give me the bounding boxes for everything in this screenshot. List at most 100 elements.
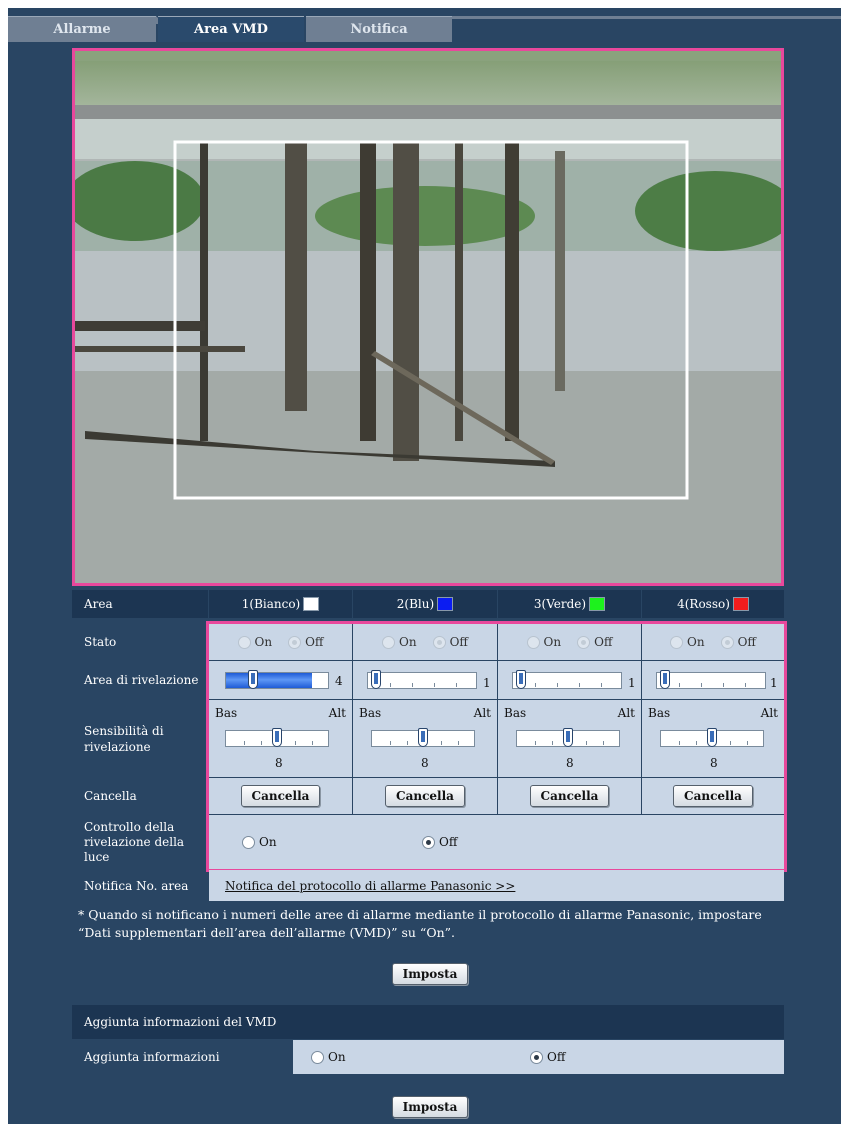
area-name: 4(Rosso) xyxy=(677,597,730,611)
stato-cell-2: On Off xyxy=(353,624,497,660)
sensitivity-slider[interactable] xyxy=(225,728,329,747)
area-name: 1(Bianco) xyxy=(241,597,301,611)
radio-label: On xyxy=(543,635,562,649)
stato-off-radio[interactable] xyxy=(577,635,591,649)
row-label-controllo-luce: Controllo della rivelazione della luce xyxy=(72,815,208,869)
sens-high-label: Alt xyxy=(328,706,346,720)
imposta-wrap-2: Imposta xyxy=(390,1094,470,1120)
slider-thumb[interactable] xyxy=(563,728,573,747)
vmd-info-section-header: Aggiunta informazioni del VMD xyxy=(72,1005,784,1039)
cancella-button[interactable]: Cancella xyxy=(529,785,610,807)
radio-label: Off xyxy=(547,1050,566,1064)
area-slider[interactable] xyxy=(225,670,329,689)
slider-thumb[interactable] xyxy=(371,670,381,689)
area-slider-cell-1: 4 xyxy=(209,661,352,699)
sensitivity-slider[interactable] xyxy=(371,728,475,747)
area-value: 4 xyxy=(335,674,343,688)
aggiunta-cell: On Off xyxy=(293,1040,784,1074)
area-color-swatch xyxy=(732,597,749,611)
stato-on-radio[interactable] xyxy=(670,635,684,649)
imposta-wrap-1: Imposta xyxy=(390,961,470,987)
cancella-button[interactable]: Cancella xyxy=(673,785,753,807)
sens-value: 8 xyxy=(710,756,718,770)
sens-cell-3: Bas Alt 8 xyxy=(498,700,641,777)
slider-thumb[interactable] xyxy=(707,728,717,747)
aggiunta-off-option[interactable]: Off xyxy=(530,1050,581,1064)
label-text: Area xyxy=(84,597,113,611)
stato-on-radio[interactable] xyxy=(237,635,251,649)
area-value: 1 xyxy=(483,676,491,690)
tab-area-vmd[interactable]: Area VMD xyxy=(158,16,304,42)
area-slider[interactable] xyxy=(512,670,622,689)
sens-low-label: Bas xyxy=(648,706,671,720)
area-slider[interactable] xyxy=(656,670,766,689)
cancella-cell-4: Cancella xyxy=(642,778,784,814)
controllo-off-option[interactable]: Off xyxy=(422,835,473,849)
aggiunta-on-radio[interactable] xyxy=(311,1050,324,1064)
note-text: * Quando si notificano i numeri delle ar… xyxy=(78,906,788,942)
aggiunta-on-option[interactable]: On xyxy=(311,1050,362,1064)
radio-label: On xyxy=(687,635,705,649)
tab-bar: Allarme Area VMD Notifica xyxy=(8,8,841,42)
tab-label: Area VMD xyxy=(194,22,268,37)
tab-label: Allarme xyxy=(53,22,111,37)
stato-on-radio[interactable] xyxy=(382,635,396,649)
stato-off-radio[interactable] xyxy=(720,635,734,649)
stato-on-radio[interactable] xyxy=(526,635,540,649)
slider-thumb[interactable] xyxy=(660,670,670,689)
sens-cell-2: Bas Alt 8 xyxy=(353,700,497,777)
area-value: 1 xyxy=(770,676,778,690)
imposta-button[interactable]: Imposta xyxy=(391,963,469,985)
area-color-swatch xyxy=(589,597,606,611)
controllo-on-radio[interactable] xyxy=(242,835,255,849)
tab-allarme[interactable]: Allarme xyxy=(8,16,164,42)
label-text: Sensibilità di rivelazione xyxy=(84,723,164,754)
cancella-button[interactable]: Cancella xyxy=(385,785,465,807)
label-text: Area di rivelazione xyxy=(84,673,199,687)
slider-thumb[interactable] xyxy=(516,670,526,689)
area-color-swatch xyxy=(437,597,454,611)
radio-label: Off xyxy=(449,635,468,649)
row-label-area: Area xyxy=(72,590,208,618)
row-label-aggiunta: Aggiunta informazioni xyxy=(72,1040,292,1074)
row-label-stato: Stato xyxy=(72,624,208,660)
stato-off-radio[interactable] xyxy=(288,635,302,649)
sens-high-label: Alt xyxy=(473,706,491,720)
sens-cell-1: Bas Alt 8 xyxy=(209,700,352,777)
sens-high-label: Alt xyxy=(617,706,635,720)
sensitivity-slider[interactable] xyxy=(516,728,620,747)
area-slider-cell-4: 1 xyxy=(642,661,784,699)
area-slider[interactable] xyxy=(367,670,477,689)
controllo-off-radio[interactable] xyxy=(422,835,435,849)
area-slider-cell-3: 1 xyxy=(498,661,641,699)
sensitivity-slider[interactable] xyxy=(660,728,764,747)
slider-thumb[interactable] xyxy=(272,728,282,747)
area-name: 3(Verde) xyxy=(533,597,587,611)
sens-value: 8 xyxy=(275,756,283,770)
controllo-on-option[interactable]: On xyxy=(242,835,293,849)
controllo-luce-cell: On Off xyxy=(209,815,784,869)
imposta-button[interactable]: Imposta xyxy=(391,1096,469,1118)
tab-notifica[interactable]: Notifica xyxy=(306,16,452,42)
area-value: 1 xyxy=(628,676,636,690)
row-label-notifica-area: Notifica No. area xyxy=(72,870,208,901)
aggiunta-off-radio[interactable] xyxy=(530,1050,543,1064)
radio-label: Off xyxy=(305,635,324,649)
sens-low-label: Bas xyxy=(359,706,382,720)
sens-cell-4: Bas Alt 8 xyxy=(642,700,784,777)
cancella-cell-3: Cancella xyxy=(498,778,641,814)
radio-label: On xyxy=(254,635,273,649)
sens-low-label: Bas xyxy=(215,706,238,720)
area-header-3: 3(Verde) xyxy=(498,590,641,618)
camera-image[interactable] xyxy=(72,48,784,586)
stato-cell-3: On Off xyxy=(498,624,641,660)
slider-thumb[interactable] xyxy=(248,670,258,689)
area-slider-cell-2: 1 xyxy=(353,661,497,699)
sens-value: 8 xyxy=(421,756,429,770)
stato-off-radio[interactable] xyxy=(432,635,446,649)
cancella-button[interactable]: Cancella xyxy=(240,785,321,807)
radio-label: On xyxy=(259,835,277,849)
label-text: Controllo della rivelazione della luce xyxy=(84,819,185,864)
panasonic-protocol-link[interactable]: Notifica del protocollo di allarme Panas… xyxy=(225,879,515,893)
slider-thumb[interactable] xyxy=(418,728,428,747)
